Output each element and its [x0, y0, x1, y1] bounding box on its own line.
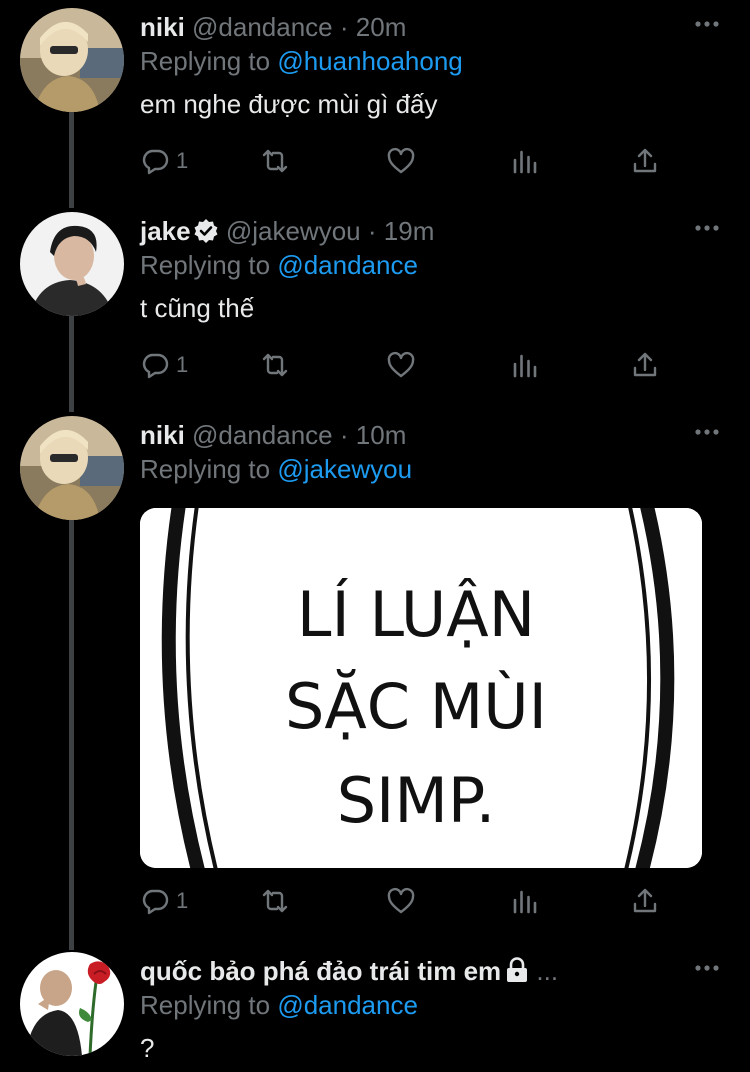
like-button[interactable]: [386, 144, 416, 178]
analytics-icon: [513, 150, 537, 174]
retweet-button[interactable]: [260, 348, 290, 382]
replying-to-link[interactable]: @jakewyou: [277, 454, 412, 484]
timestamp[interactable]: 20m: [356, 12, 407, 42]
share-button[interactable]: [630, 884, 660, 918]
replying-to: Replying to @jakewyou: [140, 454, 412, 484]
tweet-text: t cũng thế: [140, 293, 255, 323]
retweet-button[interactable]: [260, 884, 290, 918]
analytics-button[interactable]: [510, 884, 540, 918]
replying-to-label: Replying to: [140, 454, 278, 484]
tweet[interactable]: jake @jakewyou · 19m Replying to @dandan…: [0, 204, 750, 408]
tweet-header: quốc bảo phá đảo trái tim em ...: [140, 956, 558, 986]
reply-icon: [142, 353, 169, 379]
verified-badge-icon: [194, 219, 218, 243]
manga-speech-bubble: LÍ LUẬN SẶC MÙI SIMP.: [140, 508, 702, 868]
replying-to-label: Replying to: [140, 46, 278, 76]
tweet[interactable]: quốc bảo phá đảo trái tim em ... Replyin…: [0, 944, 750, 1072]
reply-button[interactable]: 1: [140, 144, 188, 178]
replying-to: Replying to @dandance: [140, 250, 418, 280]
display-name[interactable]: niki: [140, 12, 185, 42]
reply-button[interactable]: 1: [140, 884, 188, 918]
retweet-icon: [262, 889, 288, 913]
more-icon[interactable]: [694, 14, 720, 34]
more-icon[interactable]: [694, 422, 720, 442]
tweet-text: em nghe được mùi gì đấy: [140, 89, 438, 119]
retweet-button[interactable]: [260, 144, 290, 178]
like-button[interactable]: [386, 348, 416, 382]
separator-dot: ·: [339, 420, 349, 450]
tweet-actions: 1: [140, 348, 680, 382]
replying-to: Replying to @dandance: [140, 990, 418, 1020]
replying-to-label: Replying to: [140, 990, 278, 1020]
analytics-button[interactable]: [510, 144, 540, 178]
display-name[interactable]: quốc bảo phá đảo trái tim em: [140, 956, 501, 986]
tweet-text: ?: [140, 1033, 155, 1063]
reply-icon: [142, 889, 169, 915]
avatar[interactable]: [20, 212, 124, 316]
more-icon[interactable]: [694, 218, 720, 238]
replying-to-label: Replying to: [140, 250, 278, 280]
replying-to-link[interactable]: @dandance: [277, 990, 418, 1020]
tweet-actions: 1: [140, 884, 680, 918]
share-icon: [633, 352, 657, 377]
analytics-button[interactable]: [510, 348, 540, 382]
display-name[interactable]: jake: [140, 216, 191, 246]
avatar[interactable]: [20, 416, 124, 520]
username[interactable]: @jakewyou: [226, 216, 361, 246]
tweet-header: niki @dandance · 10m: [140, 420, 406, 450]
display-name[interactable]: niki: [140, 420, 185, 450]
heart-icon: [387, 887, 415, 914]
username[interactable]: @dandance: [192, 12, 333, 42]
replying-to: Replying to @huanhoahong: [140, 46, 463, 76]
reply-count: 1: [176, 148, 189, 173]
tweet[interactable]: niki @dandance · 10m Replying to @jakewy…: [0, 408, 750, 938]
separator-dot: ·: [339, 12, 349, 42]
share-icon: [633, 148, 657, 173]
media-text-line: SIMP.: [337, 764, 496, 837]
separator-dot: ·: [367, 216, 377, 246]
truncation-ellipsis: ...: [536, 956, 559, 986]
timestamp[interactable]: 19m: [384, 216, 435, 246]
avatar[interactable]: [20, 8, 124, 112]
tweet-actions: 1: [140, 144, 680, 178]
tweet-header: niki @dandance · 20m: [140, 12, 406, 42]
lock-icon: [507, 957, 528, 982]
replying-to-link[interactable]: @dandance: [277, 250, 418, 280]
heart-icon: [387, 147, 415, 174]
like-button[interactable]: [386, 884, 416, 918]
analytics-icon: [513, 890, 537, 914]
reply-count: 1: [176, 888, 189, 913]
reply-icon: [142, 149, 169, 175]
reply-button[interactable]: 1: [140, 348, 188, 382]
tweet-header: jake @jakewyou · 19m: [140, 216, 434, 246]
reply-count: 1: [176, 352, 189, 377]
media-text-line: SẶC MÙI: [285, 668, 547, 743]
username[interactable]: @dandance: [192, 420, 333, 450]
retweet-icon: [262, 353, 288, 377]
more-icon[interactable]: [694, 958, 720, 978]
replying-to-link[interactable]: @huanhoahong: [277, 46, 462, 76]
share-button[interactable]: [630, 144, 660, 178]
analytics-icon: [513, 354, 537, 378]
tweet[interactable]: niki @dandance · 20m Replying to @huanho…: [0, 0, 750, 204]
share-icon: [633, 888, 657, 913]
timestamp[interactable]: 10m: [356, 420, 407, 450]
retweet-icon: [262, 149, 288, 173]
media-text-line: LÍ LUẬN: [297, 577, 535, 651]
tweet-image[interactable]: LÍ LUẬN SẶC MÙI SIMP.: [140, 508, 702, 868]
share-button[interactable]: [630, 348, 660, 382]
heart-icon: [387, 351, 415, 378]
avatar[interactable]: [20, 952, 124, 1056]
